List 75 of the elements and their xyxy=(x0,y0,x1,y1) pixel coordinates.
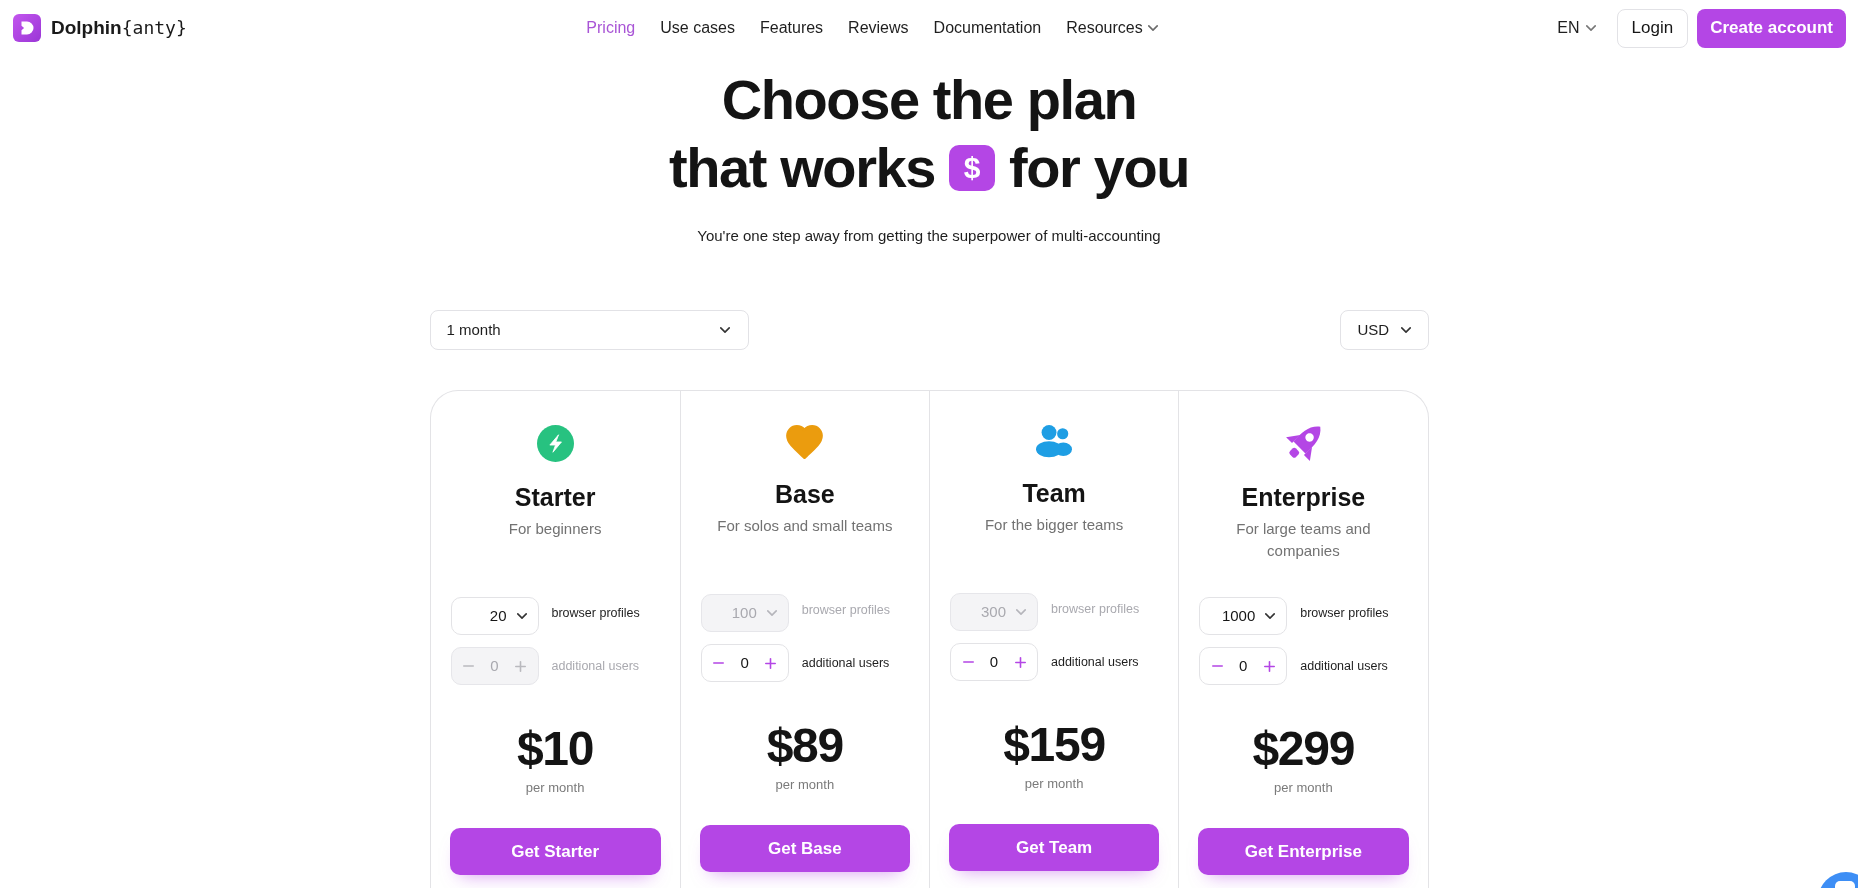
hero-title: for you xyxy=(1009,135,1189,201)
plan-button[interactable]: Get Team xyxy=(949,824,1160,871)
increase-button[interactable] xyxy=(764,657,777,669)
users-stepper[interactable]: 0 xyxy=(700,644,789,682)
price-period: per month xyxy=(775,776,835,794)
increase-button[interactable] xyxy=(1014,656,1026,668)
plan-button[interactable]: Get Enterprise xyxy=(1198,828,1409,875)
nav-link[interactable]: Resources xyxy=(1066,17,1158,39)
minus-icon xyxy=(962,661,974,663)
plan-name: Enterprise xyxy=(1241,482,1366,513)
caret-icon xyxy=(1147,25,1158,31)
plan-description: For beginners xyxy=(508,519,602,539)
plan-price: $299 xyxy=(1252,721,1355,777)
plan-price: $10 xyxy=(516,721,594,777)
currency-select[interactable]: USD xyxy=(1339,310,1429,350)
plan-button[interactable]: Get Starter xyxy=(449,828,661,875)
chat-launcher-button[interactable] xyxy=(1818,872,1858,888)
users-label: additional users xyxy=(1051,654,1139,670)
users-count: 0 xyxy=(1239,655,1248,676)
plus-icon xyxy=(1263,660,1275,672)
price-period: per month xyxy=(1024,775,1084,793)
logo-wordmark[interactable]: Dolphin{anty} xyxy=(51,16,187,40)
profiles-label: browser profiles xyxy=(1300,605,1389,621)
plan-name: Starter xyxy=(514,482,596,513)
login-button[interactable]: Login xyxy=(1616,8,1689,48)
users-count: 0 xyxy=(490,655,499,676)
users-label: additional users xyxy=(1300,658,1388,674)
minus-icon xyxy=(713,662,725,664)
plus-icon xyxy=(765,657,777,669)
profiles-label: browser profiles xyxy=(1051,601,1140,617)
increase-button[interactable] xyxy=(1263,660,1276,672)
minus-icon xyxy=(463,665,474,667)
caret-icon xyxy=(1265,613,1276,619)
caret-icon xyxy=(516,613,527,619)
caret-icon xyxy=(1016,609,1026,615)
profiles-select[interactable]: 1000 xyxy=(1199,597,1288,635)
price-period: per month xyxy=(1274,779,1333,797)
profiles-label: browser profiles xyxy=(551,605,640,621)
profiles-label: browser profiles xyxy=(801,602,890,618)
language-select[interactable]: EN xyxy=(1557,17,1596,39)
caret-icon xyxy=(1400,327,1411,333)
hero-title: that works xyxy=(669,135,936,201)
caret-icon xyxy=(1585,25,1596,31)
logo-icon[interactable] xyxy=(13,14,41,42)
plus-icon xyxy=(515,660,526,672)
nav-link[interactable]: Reviews xyxy=(848,17,909,39)
users-count: 0 xyxy=(740,652,749,673)
nav-link[interactable]: Pricing xyxy=(586,17,636,39)
plan-description: For large teams and companies xyxy=(1235,519,1372,561)
nav-link[interactable]: Documentation xyxy=(933,17,1042,39)
plus-icon xyxy=(1014,656,1026,668)
plan-name: Team xyxy=(1022,478,1086,509)
price-period: per month xyxy=(525,779,585,797)
hero-title: Choose the plan xyxy=(721,67,1137,133)
plan-price: $89 xyxy=(766,718,844,774)
dollar-badge: $ xyxy=(949,145,996,191)
plan-price: $159 xyxy=(1003,717,1106,773)
plan-description: For solos and small teams xyxy=(717,516,893,536)
users-stepper[interactable]: 0 xyxy=(950,643,1038,681)
minus-icon xyxy=(1211,665,1223,667)
profiles-select[interactable]: 20 xyxy=(450,597,539,635)
users-stepper[interactable]: 0 xyxy=(1199,647,1288,685)
users-label: additional users xyxy=(801,655,890,671)
caret-icon xyxy=(719,327,730,333)
hero-subtitle: You're one step away from getting the superpower of multi-accounting xyxy=(697,226,1161,246)
nav-link[interactable]: Features xyxy=(759,17,824,39)
nav-link[interactable]: Use cases xyxy=(660,17,735,39)
plan-button[interactable]: Get Base xyxy=(699,825,910,872)
create-account-button[interactable]: Create account xyxy=(1697,8,1846,48)
plan-name: Base xyxy=(775,479,835,510)
period-select[interactable]: 1 month xyxy=(429,310,749,350)
users-count: 0 xyxy=(989,651,999,672)
plan-description: For the bigger teams xyxy=(984,515,1124,535)
caret-icon xyxy=(766,610,777,616)
users-label: additional users xyxy=(551,658,640,674)
